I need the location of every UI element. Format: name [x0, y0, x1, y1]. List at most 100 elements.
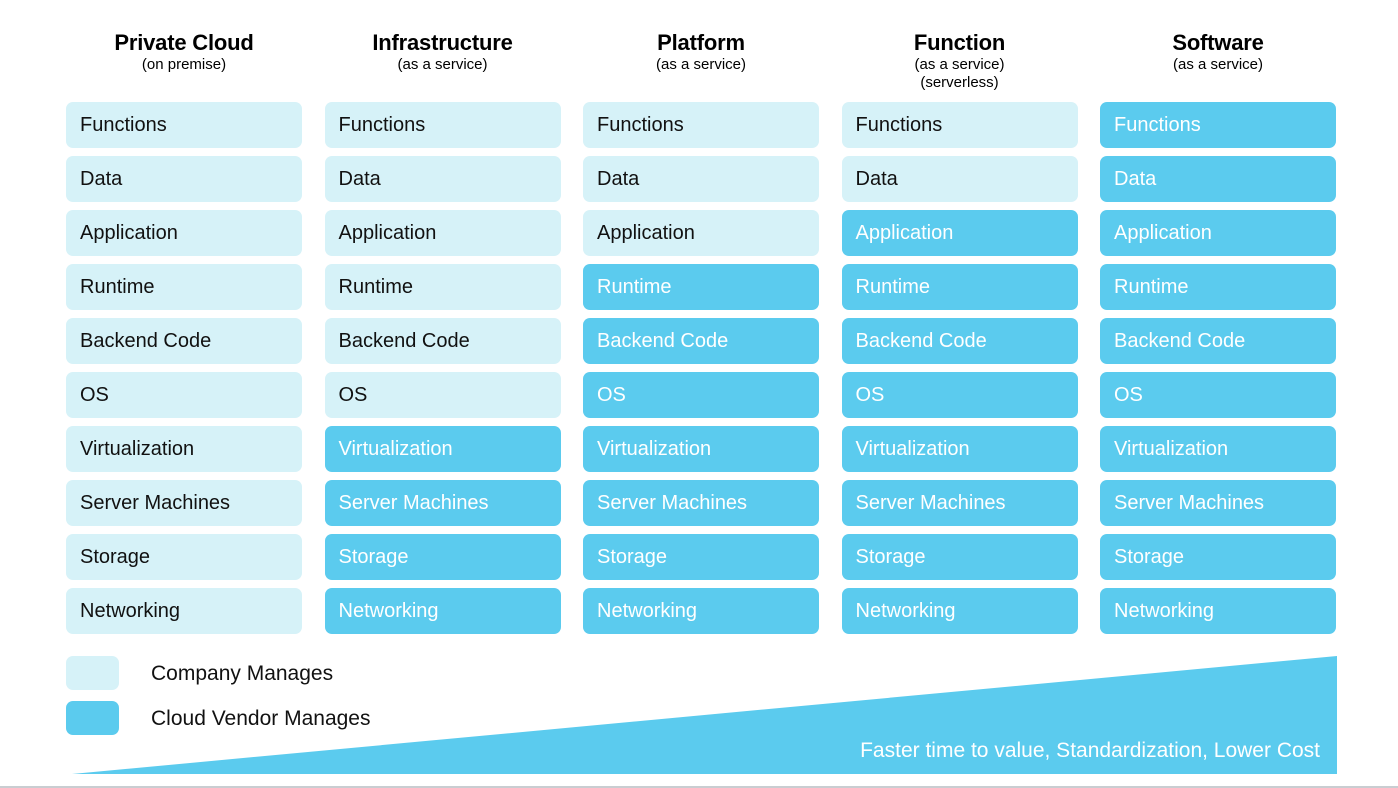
stack-cell[interactable]: Data [841, 156, 1078, 202]
stack-cell-label: Storage [80, 546, 151, 568]
legend-item: Cloud Vendor Manages [66, 699, 371, 737]
legend: Company Manages Cloud Vendor Manages [66, 654, 371, 744]
stack-cell[interactable]: Backend Code [1100, 318, 1336, 364]
stack-cell[interactable]: Virtualization [583, 426, 819, 472]
stack-cell-label: Backend Code [80, 330, 212, 352]
stack-cell-label: Runtime [597, 276, 672, 298]
stack-cell[interactable]: Application [1100, 210, 1336, 256]
stack-column-4: Functions Data Application Runtime Backend C… [841, 102, 1078, 636]
column-subtitle: (serverless) [920, 74, 999, 91]
stack-cell[interactable]: Server Machines [324, 480, 561, 526]
stack-cell[interactable]: Functions [66, 102, 302, 148]
stack-cell[interactable]: Application [66, 210, 302, 256]
stack-cell[interactable]: Networking [1100, 588, 1336, 634]
stack-cell[interactable]: Networking [66, 588, 302, 634]
stack-cell-label: Data [855, 168, 898, 190]
column-subtitle: (on premise) [141, 56, 227, 73]
stack-cell[interactable]: OS [66, 372, 302, 418]
stack-cell-label: Networking [338, 600, 439, 622]
stack-cell[interactable]: Networking [841, 588, 1078, 634]
stack-cell-label: Networking [80, 600, 181, 622]
stack-cell[interactable]: Data [66, 156, 302, 202]
stack-cell-label: Application [855, 222, 954, 244]
stack-cell[interactable]: Runtime [583, 264, 819, 310]
stack-cell[interactable]: Server Machines [66, 480, 302, 526]
stack-cell[interactable]: OS [1100, 372, 1336, 418]
stack-cell[interactable]: Storage [841, 534, 1078, 580]
stack-cell[interactable]: Virtualization [66, 426, 302, 472]
stack-cell[interactable]: Server Machines [841, 480, 1078, 526]
stack-cell[interactable]: Functions [1100, 102, 1336, 148]
stack-cell[interactable]: Runtime [324, 264, 561, 310]
stack-cell[interactable]: Virtualization [324, 426, 561, 472]
stack-cell[interactable]: Runtime [66, 264, 302, 310]
stack-cell[interactable]: Server Machines [1100, 480, 1336, 526]
stack-cell[interactable]: OS [324, 372, 561, 418]
stack-cell[interactable]: Data [583, 156, 819, 202]
stack-cell[interactable]: OS [583, 372, 819, 418]
stack-column-3: Functions Data Application Runtime Backend C… [583, 102, 819, 636]
stack-column-5: Functions Data Application Runtime Backend C… [1100, 102, 1336, 636]
stack-cell-label: Runtime [1114, 276, 1189, 298]
stack-cell[interactable]: Virtualization [841, 426, 1078, 472]
stack-cell[interactable]: Server Machines [583, 480, 819, 526]
stack-cell[interactable]: Runtime [1100, 264, 1336, 310]
stack-cell[interactable]: Backend Code [66, 318, 302, 364]
stack-cell-label: OS [855, 384, 885, 406]
stack-cell[interactable]: Networking [324, 588, 561, 634]
stack-cell-label: Server Machines [597, 492, 748, 514]
stack-cell[interactable]: Storage [324, 534, 561, 580]
stack-cell-label: OS [80, 384, 109, 406]
stack-cell[interactable]: Storage [583, 534, 819, 580]
stack-cell-label: Functions [338, 114, 426, 136]
column-header-1: Private Cloud (on premise) [66, 30, 302, 74]
stack-cell-label: Application [597, 222, 695, 244]
stack-cell[interactable]: Functions [583, 102, 819, 148]
legend-label: Company Manages [151, 661, 334, 685]
stack-cell[interactable]: Storage [1100, 534, 1336, 580]
column-title: Function [913, 30, 1006, 55]
stack-cell-label: Application [338, 222, 437, 244]
column-header-2: Infrastructure (as a service) [325, 30, 561, 74]
stack-cell-label: Server Machines [80, 492, 231, 514]
stack-column-2: Functions Data Application Runtime Backend C… [324, 102, 561, 636]
stack-cell[interactable]: Storage [66, 534, 302, 580]
stack-cell[interactable]: Backend Code [324, 318, 561, 364]
stack-cell-label: Server Machines [1114, 492, 1265, 514]
stack-cell-label: Runtime [80, 276, 155, 298]
stack-cell[interactable]: Networking [583, 588, 819, 634]
column-headers: Private Cloud (on premise) Infrastructure(… [66, 30, 1336, 96]
stack-cell-label: Server Machines [855, 492, 1006, 514]
stack-cell[interactable]: Runtime [841, 264, 1078, 310]
stack-cell[interactable]: Backend Code [841, 318, 1078, 364]
responsibility-grid: Functions Data Application Runtime Backend C… [66, 102, 1336, 636]
legend-label: Cloud Vendor Manages [151, 706, 371, 730]
stack-cell-label: Storage [597, 546, 668, 568]
stack-cell-label: Backend Code [597, 330, 729, 352]
stack-cell[interactable]: Functions [841, 102, 1078, 148]
column-subtitle: (as a service) [1172, 56, 1264, 73]
stack-cell[interactable]: Backend Code [583, 318, 819, 364]
stack-cell[interactable]: Data [324, 156, 561, 202]
stack-cell[interactable]: OS [841, 372, 1078, 418]
stack-cell-label: Functions [597, 114, 684, 136]
stack-cell-label: Runtime [855, 276, 930, 298]
stack-cell-label: Functions [1114, 114, 1201, 136]
stack-cell[interactable]: Virtualization [1100, 426, 1336, 472]
stack-cell[interactable]: Application [583, 210, 819, 256]
column-subtitle: (as a service) [655, 56, 747, 73]
stack-cell[interactable]: Data [1100, 156, 1336, 202]
stack-cell-label: Virtualization [855, 438, 970, 460]
column-subtitle: (as a service) [914, 56, 1005, 73]
stack-cell-label: Data [597, 168, 640, 190]
stack-cell[interactable]: Application [841, 210, 1078, 256]
stack-cell[interactable]: Functions [324, 102, 561, 148]
stack-cell[interactable]: Application [324, 210, 561, 256]
legend-swatch-vendor [66, 701, 119, 735]
stack-cell-label: OS [597, 384, 626, 406]
column-title: Infrastructure [372, 30, 513, 55]
stack-column-1: Functions Data Application Runtime Backend C… [66, 102, 302, 636]
stack-cell-label: Application [80, 222, 178, 244]
stack-cell-label: Server Machines [338, 492, 489, 514]
column-title: Private Cloud [114, 30, 254, 55]
